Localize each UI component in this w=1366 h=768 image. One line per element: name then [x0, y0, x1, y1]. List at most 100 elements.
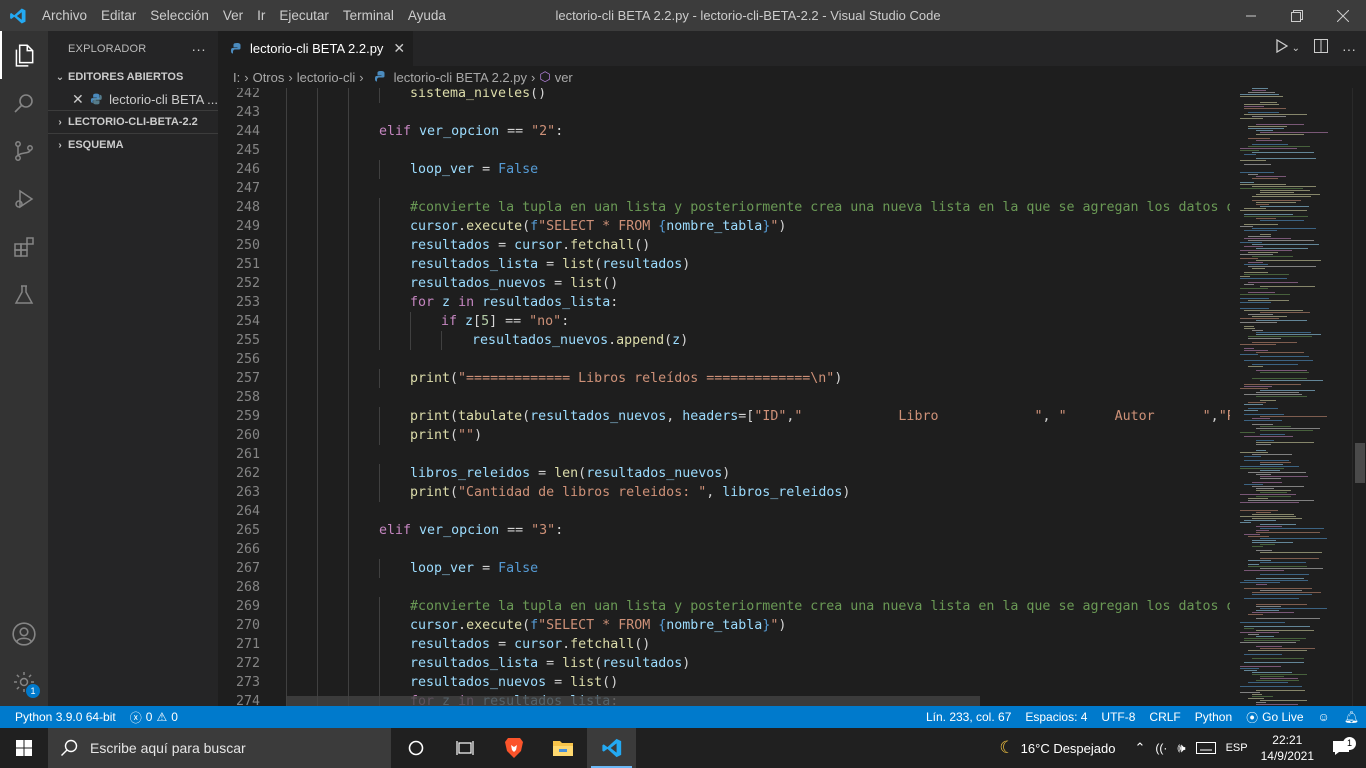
go-live-button[interactable]: ⦿ Go Live — [1239, 709, 1310, 726]
code-line[interactable]: 244 elif ver_opcion == "2": — [218, 122, 1230, 141]
horizontal-scrollbar[interactable] — [286, 696, 980, 706]
breadcrumb-otros[interactable]: Otros — [253, 70, 285, 85]
account-icon[interactable] — [0, 610, 48, 658]
code-line[interactable]: 255 resultados_nuevos.append(z) — [218, 331, 1230, 350]
code-line[interactable]: 256 — [218, 350, 1230, 369]
breadcrumb-folder[interactable]: lectorio-cli — [297, 70, 356, 85]
code-line[interactable]: 242 sistema_niveles() — [218, 88, 1230, 103]
minimize-icon[interactable] — [1228, 0, 1274, 31]
end-of-line[interactable]: CRLF — [1142, 710, 1187, 724]
code-line[interactable]: 247 — [218, 179, 1230, 198]
code-line[interactable]: 265 elif ver_opcion == "3": — [218, 521, 1230, 540]
close-editor-icon[interactable]: ✕ — [72, 91, 86, 108]
code-line[interactable]: 253 for z in resultados_lista: — [218, 293, 1230, 312]
code-line[interactable]: 245 — [218, 141, 1230, 160]
code-line[interactable]: 248 #convierte la tupla en uan lista y po… — [218, 198, 1230, 217]
keyboard-icon[interactable] — [1191, 742, 1221, 754]
menu-ejecutar[interactable]: Ejecutar — [272, 0, 336, 31]
run-dropdown-chevron-icon[interactable]: ⌄ — [1292, 43, 1300, 54]
folder-section[interactable]: › LECTORIO-CLI-BETA-2.2 — [48, 111, 218, 133]
run-file-icon[interactable] — [1275, 38, 1288, 58]
code-line[interactable]: 252 resultados_nuevos = list() — [218, 274, 1230, 293]
minimap[interactable] — [1232, 88, 1352, 706]
tray-chevron-up-icon[interactable]: ⌃ — [1120, 740, 1150, 756]
outline-section[interactable]: › ESQUEMA — [48, 134, 218, 156]
code-line[interactable]: 249 cursor.execute(f"SELECT * FROM {nombr… — [218, 217, 1230, 236]
taskbar-search[interactable]: Escribe aquí para buscar — [48, 728, 391, 768]
split-editor-icon[interactable] — [1314, 39, 1328, 58]
breadcrumb-drive[interactable]: I: — [233, 70, 240, 85]
minimap-line — [1252, 178, 1278, 179]
encoding[interactable]: UTF-8 — [1094, 710, 1142, 724]
brave-browser-icon[interactable] — [489, 728, 538, 768]
windows-start-icon[interactable] — [0, 728, 48, 768]
file-explorer-icon[interactable] — [538, 728, 587, 768]
notifications-bell-icon[interactable]: 🔔︎ — [1337, 710, 1366, 724]
breadcrumb-file[interactable]: lectorio-cli BETA 2.2.py — [394, 70, 527, 85]
code-editor[interactable]: 242 sistema_niveles() 243 244 elif ver_opcio… — [218, 88, 1230, 706]
code-line[interactable]: 272 resultados_lista = list(resultados) — [218, 654, 1230, 673]
task-view-icon[interactable] — [440, 728, 489, 768]
action-center-icon[interactable]: 1 — [1322, 737, 1366, 756]
extensions-icon[interactable] — [0, 223, 48, 271]
code-line[interactable]: 251 resultados_lista = list(resultados) — [218, 255, 1230, 274]
code-line[interactable]: 250 resultados = cursor.fetchall() — [218, 236, 1230, 255]
code-line[interactable]: 273 resultados_nuevos = list() — [218, 673, 1230, 692]
menu-seleccion[interactable]: Selección — [143, 0, 216, 31]
testing-flask-icon[interactable] — [0, 271, 48, 319]
network-wifi-icon[interactable]: ((· — [1150, 741, 1172, 755]
python-interpreter[interactable]: Python 3.9.0 64-bit — [0, 710, 123, 724]
menu-ver[interactable]: Ver — [216, 0, 250, 31]
source-control-icon[interactable] — [0, 127, 48, 175]
volume-icon[interactable]: 🕪︎ — [1172, 740, 1190, 756]
vertical-scrollbar[interactable] — [1352, 88, 1366, 706]
more-actions-button[interactable]: ··· — [191, 41, 206, 57]
more-actions-icon[interactable]: ··· — [1342, 41, 1356, 57]
feedback-icon[interactable]: ☺ — [1311, 710, 1337, 724]
code-line[interactable]: 260 print("") — [218, 426, 1230, 445]
settings-gear-icon[interactable]: 1 — [0, 658, 48, 706]
code-line[interactable]: 259 print(tabulate(resultados_nuevos, hea… — [218, 407, 1230, 426]
cursor-position[interactable]: Lín. 233, col. 67 — [919, 710, 1018, 724]
close-tab-icon[interactable]: ✕ — [393, 40, 405, 57]
menu-editar[interactable]: Editar — [94, 0, 143, 31]
close-window-icon[interactable] — [1320, 0, 1366, 31]
code-line[interactable]: 262 libros_releidos = len(resultados_nuev… — [218, 464, 1230, 483]
menu-ir[interactable]: Ir — [250, 0, 272, 31]
tab-lectorio-cli[interactable]: lectorio-cli BETA 2.2.py ✕ — [218, 31, 414, 66]
input-language[interactable]: ESP — [1221, 742, 1253, 754]
indentation[interactable]: Espacios: 4 — [1018, 710, 1094, 724]
code-line[interactable]: 266 — [218, 540, 1230, 559]
vscode-taskbar-icon[interactable] — [587, 728, 636, 768]
clock[interactable]: 22:21 14/9/2021 — [1253, 732, 1322, 764]
code-line[interactable]: 264 — [218, 502, 1230, 521]
code-line[interactable]: 263 print("Cantidad de libros releidos: "… — [218, 483, 1230, 502]
breadcrumb-symbol[interactable]: ver — [555, 70, 573, 85]
open-editors-section[interactable]: ⌄ EDITORES ABIERTOS — [48, 66, 218, 88]
code-line[interactable]: 257 print("============= Libros releídos … — [218, 369, 1230, 388]
code-line[interactable]: 261 — [218, 445, 1230, 464]
code-line[interactable]: 246 loop_ver = False — [218, 160, 1230, 179]
menu-terminal[interactable]: Terminal — [336, 0, 401, 31]
code-line[interactable]: 270 cursor.execute(f"SELECT * FROM {nombr… — [218, 616, 1230, 635]
menu-ayuda[interactable]: Ayuda — [401, 0, 453, 31]
problems-indicator[interactable]: ⓧ 0 ⚠ 0 — [123, 709, 185, 726]
menu-archivo[interactable]: Archivo — [35, 0, 94, 31]
cortana-icon[interactable] — [391, 728, 440, 768]
weather-widget[interactable]: ☾ 16°C Despejado — [994, 738, 1120, 758]
code-line[interactable]: 254 if z[5] == "no": — [218, 312, 1230, 331]
code-line[interactable]: 269 #convierte la tupla en uan lista y po… — [218, 597, 1230, 616]
open-editor-item[interactable]: ✕ lectorio-cli BETA ... — [48, 88, 218, 110]
language-mode[interactable]: Python — [1188, 710, 1239, 724]
code-line[interactable]: 243 — [218, 103, 1230, 122]
run-debug-icon[interactable] — [0, 175, 48, 223]
restore-icon[interactable] — [1274, 0, 1320, 31]
code-line[interactable]: 268 — [218, 578, 1230, 597]
code-line[interactable]: 258 — [218, 388, 1230, 407]
explorer-icon[interactable] — [0, 31, 48, 79]
search-icon[interactable] — [0, 79, 48, 127]
code-line[interactable]: 271 resultados = cursor.fetchall() — [218, 635, 1230, 654]
code-line[interactable]: 267 loop_ver = False — [218, 559, 1230, 578]
scrollbar-thumb[interactable] — [1355, 443, 1365, 483]
minimap-line — [1256, 320, 1307, 321]
